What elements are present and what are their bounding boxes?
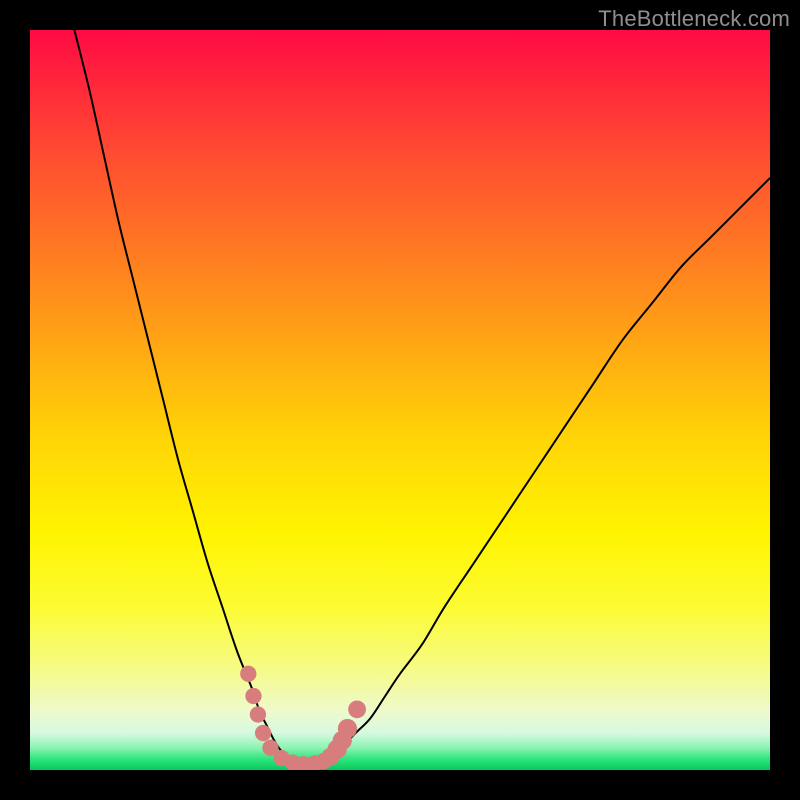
data-marker xyxy=(245,688,261,704)
chart-svg xyxy=(30,30,770,770)
data-marker xyxy=(348,700,366,718)
chart-frame: TheBottleneck.com xyxy=(0,0,800,800)
watermark-text: TheBottleneck.com xyxy=(598,6,790,32)
curve-layer xyxy=(74,30,770,764)
data-marker xyxy=(250,706,266,722)
plot-area xyxy=(30,30,770,770)
data-marker xyxy=(255,725,271,741)
data-marker xyxy=(240,666,256,682)
marker-layer xyxy=(240,666,366,770)
data-marker xyxy=(338,719,357,738)
bottleneck-curve xyxy=(74,30,770,764)
